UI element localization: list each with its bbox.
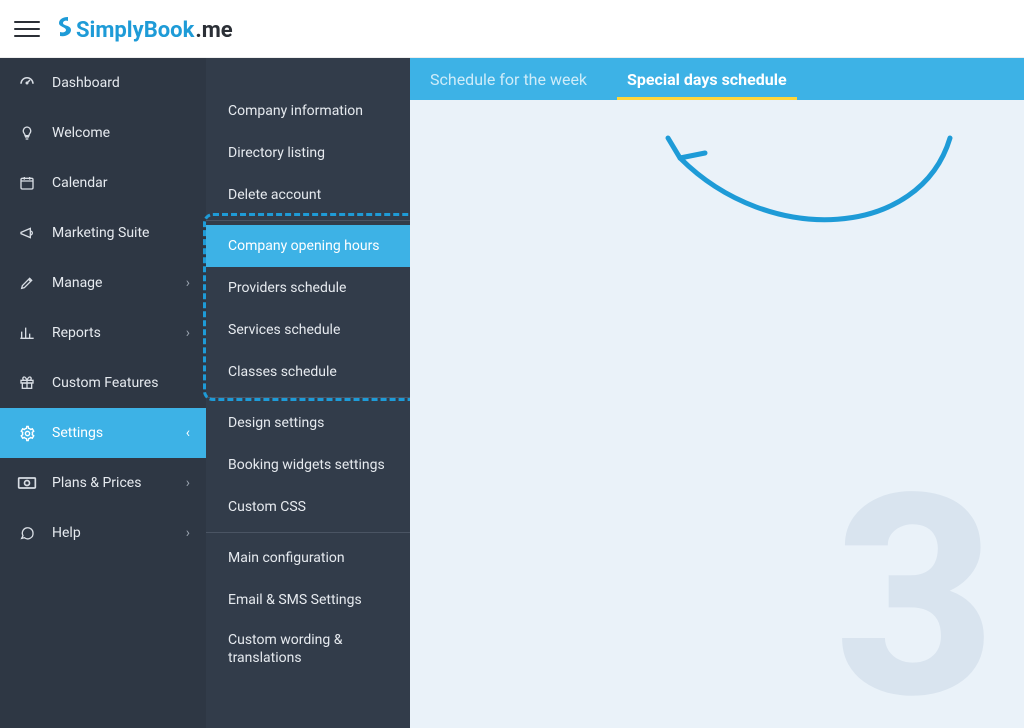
submenu-classes-schedule[interactable]: Classes schedule: [206, 351, 410, 393]
sidebar-item-settings[interactable]: Settings ‹: [0, 408, 206, 458]
cash-icon: [16, 476, 38, 490]
sidebar-item-custom-features[interactable]: Custom Features: [0, 358, 206, 408]
sidebar-item-label: Help: [52, 525, 81, 541]
tab-label: Schedule for the week: [430, 70, 587, 89]
brand-text-2: .me: [195, 18, 232, 43]
submenu-label: Main configuration: [228, 550, 345, 566]
submenu-email-sms-settings[interactable]: Email & SMS Settings: [206, 579, 410, 621]
settings-submenu: Company information Directory listing De…: [206, 58, 410, 728]
submenu-label: Design settings: [228, 415, 324, 431]
brand-text-1: SimplyBook: [76, 18, 194, 43]
submenu-label: Company opening hours: [228, 238, 380, 254]
submenu-custom-wording-translations[interactable]: Custom wording & translations: [206, 621, 410, 677]
bar-chart-icon: [16, 325, 38, 341]
sidebar-item-label: Welcome: [52, 125, 110, 141]
submenu-directory-listing[interactable]: Directory listing: [206, 132, 410, 174]
tab-special-days[interactable]: Special days schedule: [607, 58, 807, 100]
submenu-label: Custom CSS: [228, 499, 306, 515]
submenu-company-information[interactable]: Company information: [206, 90, 410, 132]
submenu-delete-account[interactable]: Delete account: [206, 174, 410, 216]
pencil-icon: [16, 275, 38, 291]
tab-bar: Schedule for the week Special days sched…: [410, 58, 1024, 100]
submenu-label: Company information: [228, 103, 363, 119]
submenu-label: Delete account: [228, 187, 321, 203]
sidebar-item-welcome[interactable]: Welcome: [0, 108, 206, 158]
tab-schedule-week[interactable]: Schedule for the week: [410, 58, 607, 100]
brand-logo: SimplyBook .me: [54, 15, 233, 43]
tab-label: Special days schedule: [627, 70, 787, 89]
chevron-right-icon: ›: [186, 525, 190, 541]
calendar-icon: [16, 175, 38, 191]
submenu-divider: [206, 532, 410, 533]
submenu-label: Custom wording & translations: [228, 631, 388, 667]
chevron-right-icon: ›: [186, 275, 190, 291]
logo-mark-icon: [54, 15, 74, 37]
chat-icon: [16, 525, 38, 541]
submenu-label: Services schedule: [228, 322, 340, 338]
submenu-providers-schedule[interactable]: Providers schedule: [206, 267, 410, 309]
sidebar-item-label: Dashboard: [52, 75, 120, 91]
sidebar-item-marketing[interactable]: Marketing Suite: [0, 208, 206, 258]
sidebar-item-help[interactable]: Help ›: [0, 508, 206, 558]
megaphone-icon: [16, 225, 38, 241]
sidebar-item-label: Marketing Suite: [52, 225, 149, 241]
submenu-divider: [206, 397, 410, 398]
submenu-label: Email & SMS Settings: [228, 592, 362, 608]
chevron-right-icon: ›: [186, 475, 190, 491]
submenu-custom-css[interactable]: Custom CSS: [206, 486, 410, 528]
submenu-main-configuration[interactable]: Main configuration: [206, 537, 410, 579]
sidebar-item-label: Manage: [52, 275, 102, 291]
gear-icon: [16, 425, 38, 442]
sidebar-item-calendar[interactable]: Calendar: [0, 158, 206, 208]
annotation-arrow-icon: [650, 118, 970, 258]
sidebar-item-label: Calendar: [52, 175, 108, 191]
sidebar-item-reports[interactable]: Reports ›: [0, 308, 206, 358]
lightbulb-icon: [16, 124, 38, 142]
hamburger-menu-button[interactable]: [14, 16, 40, 42]
main-content: Schedule for the week Special days sched…: [410, 58, 1024, 728]
sidebar-item-label: Plans & Prices: [52, 475, 141, 491]
sidebar-item-dashboard[interactable]: Dashboard: [0, 58, 206, 108]
gauge-icon: [16, 74, 38, 92]
gift-icon: [16, 375, 38, 391]
submenu-label: Classes schedule: [228, 364, 337, 380]
primary-sidebar: Dashboard Welcome Calendar Marketing Sui…: [0, 58, 206, 728]
sidebar-item-manage[interactable]: Manage ›: [0, 258, 206, 308]
sidebar-item-label: Reports: [52, 325, 101, 341]
submenu-services-schedule[interactable]: Services schedule: [206, 309, 410, 351]
sidebar-item-label: Settings: [52, 425, 103, 441]
submenu-company-opening-hours[interactable]: Company opening hours: [206, 225, 410, 267]
chevron-right-icon: ›: [186, 325, 190, 341]
sidebar-item-plans-prices[interactable]: Plans & Prices ›: [0, 458, 206, 508]
submenu-label: Booking widgets settings: [228, 457, 385, 473]
step-number-decor: 3: [835, 458, 996, 728]
submenu-design-settings[interactable]: Design settings: [206, 402, 410, 444]
submenu-label: Directory listing: [228, 145, 325, 161]
submenu-label: Providers schedule: [228, 280, 346, 296]
submenu-booking-widgets-settings[interactable]: Booking widgets settings: [206, 444, 410, 486]
submenu-divider: [206, 220, 410, 221]
chevron-left-icon: ‹: [186, 425, 190, 441]
sidebar-item-label: Custom Features: [52, 375, 158, 391]
